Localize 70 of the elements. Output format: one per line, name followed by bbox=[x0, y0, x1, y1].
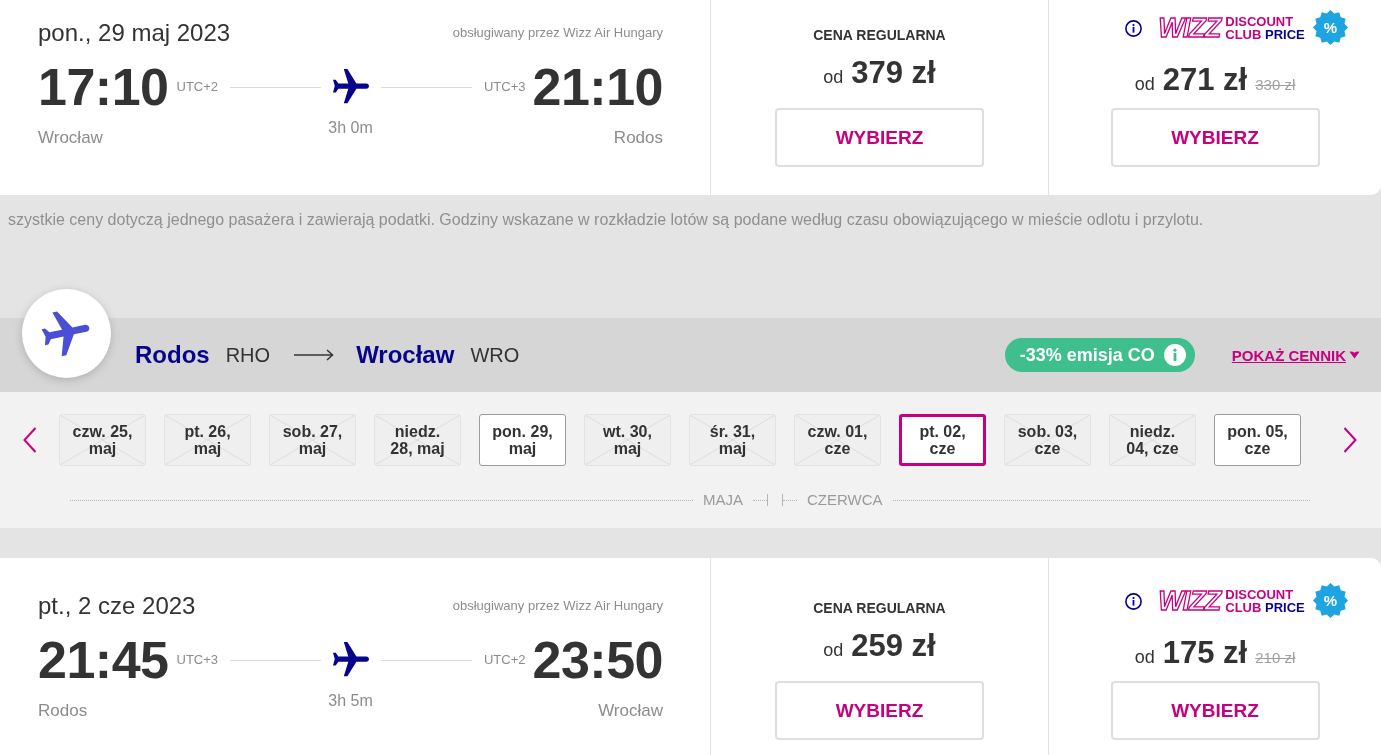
arrival-time: 21:10 bbox=[532, 57, 663, 117]
airport-code: WRO bbox=[470, 343, 520, 368]
destination-city: Wrocław bbox=[356, 340, 455, 370]
date-tile[interactable]: niedz. 28, maj bbox=[374, 414, 461, 466]
caret-down-icon bbox=[1349, 351, 1360, 359]
arrival-city: Wrocław bbox=[598, 700, 663, 722]
plane-icon bbox=[333, 69, 369, 105]
select-button[interactable]: WYBIERZ bbox=[775, 108, 984, 167]
select-button[interactable]: WYBIERZ bbox=[1110, 681, 1320, 740]
arrow-right-icon bbox=[294, 349, 335, 361]
price-amount: 259 zł bbox=[851, 628, 936, 664]
departure-time: 17:10 bbox=[38, 57, 169, 117]
plane-icon bbox=[22, 289, 111, 378]
date-tile[interactable]: sob. 03, cze bbox=[1004, 414, 1091, 466]
info-icon[interactable] bbox=[1125, 19, 1143, 37]
timezone-label: UTC+2 bbox=[176, 79, 219, 95]
wizz-logo: WIZZ bbox=[1158, 587, 1221, 615]
wizz-logo: WIZZ bbox=[1158, 14, 1221, 42]
price-prefix: od bbox=[823, 640, 844, 661]
club-price-label: DISCOUNT CLUB PRICE bbox=[1225, 15, 1305, 41]
arrival-time: 23:50 bbox=[532, 630, 663, 690]
select-button[interactable]: WYBIERZ bbox=[775, 681, 984, 740]
arrival-city: Rodos bbox=[613, 127, 663, 149]
timezone-label: UTC+3 bbox=[176, 652, 219, 668]
chevron-left-icon bbox=[23, 427, 37, 453]
price-amount: 271 zł bbox=[1162, 62, 1248, 98]
flight-date: pon., 29 maj 2023 bbox=[38, 18, 231, 48]
date-tile[interactable]: pt. 26, maj bbox=[164, 414, 251, 466]
fare-label: CENA REGULARNA bbox=[813, 26, 946, 44]
percent-badge: % bbox=[1313, 10, 1348, 45]
month-label: MAJA bbox=[702, 492, 744, 508]
airport-code: RHO bbox=[225, 343, 271, 368]
date-tile[interactable]: pon. 29, maj bbox=[479, 414, 566, 466]
price-prefix: od bbox=[1134, 74, 1155, 95]
price-prefix: od bbox=[1134, 647, 1155, 668]
departure-city: Wrocław bbox=[38, 127, 103, 149]
date-tile[interactable]: sob. 27, maj bbox=[269, 414, 356, 466]
fare-label: CENA REGULARNA bbox=[813, 599, 946, 617]
emission-text: -33% emisja CO bbox=[1019, 344, 1155, 366]
flight-duration: 3h 5m bbox=[328, 691, 373, 711]
departure-city: Rodos bbox=[38, 700, 88, 722]
old-price: 330 zł bbox=[1255, 76, 1296, 93]
club-price-label: DISCOUNT CLUB PRICE bbox=[1225, 588, 1305, 614]
date-tile[interactable]: czw. 01, cze bbox=[794, 414, 881, 466]
departure-time: 21:45 bbox=[38, 630, 169, 690]
timezone-label: UTC+3 bbox=[483, 79, 526, 95]
percent-badge: % bbox=[1313, 583, 1348, 618]
month-label: CZERWCA bbox=[806, 492, 884, 508]
price-list-link[interactable]: POKAŻ CENNIK bbox=[1231, 346, 1360, 364]
flight-date: pt., 2 cze 2023 bbox=[38, 591, 196, 621]
old-price: 210 zł bbox=[1255, 649, 1296, 666]
operator-text: obsługiwany przez Wizz Air Hungary bbox=[452, 598, 663, 614]
chevron-right-icon bbox=[1343, 427, 1357, 453]
notice-text: szystkie ceny dotyczą jednego pasażera i zawierają podatki. Godziny wskazane w rozkładzie lotów są podane według czasu obowiązującego w mieście odlotu i przylotu. bbox=[8, 210, 1205, 230]
operator-text: obsługiwany przez Wizz Air Hungary bbox=[452, 25, 663, 41]
price-prefix: od bbox=[823, 67, 844, 88]
date-tile[interactable]: pt. 02, cze bbox=[899, 414, 986, 466]
timezone-label: UTC+2 bbox=[483, 652, 526, 668]
date-tile[interactable]: czw. 25, maj bbox=[59, 414, 146, 466]
select-button[interactable]: WYBIERZ bbox=[1110, 108, 1320, 167]
info-icon[interactable] bbox=[1125, 592, 1143, 610]
origin-city: Rodos bbox=[135, 340, 210, 370]
date-tile[interactable]: niedz. 04, cze bbox=[1109, 414, 1196, 466]
price-amount: 175 zł bbox=[1162, 635, 1248, 671]
date-tile[interactable]: pon. 05, cze bbox=[1214, 414, 1301, 466]
plane-icon bbox=[333, 642, 369, 678]
price-amount: 379 zł bbox=[851, 55, 936, 91]
flight-duration: 3h 0m bbox=[328, 118, 373, 138]
date-tile[interactable]: śr. 31, maj bbox=[689, 414, 776, 466]
date-tile[interactable]: wt. 30, maj bbox=[584, 414, 671, 466]
